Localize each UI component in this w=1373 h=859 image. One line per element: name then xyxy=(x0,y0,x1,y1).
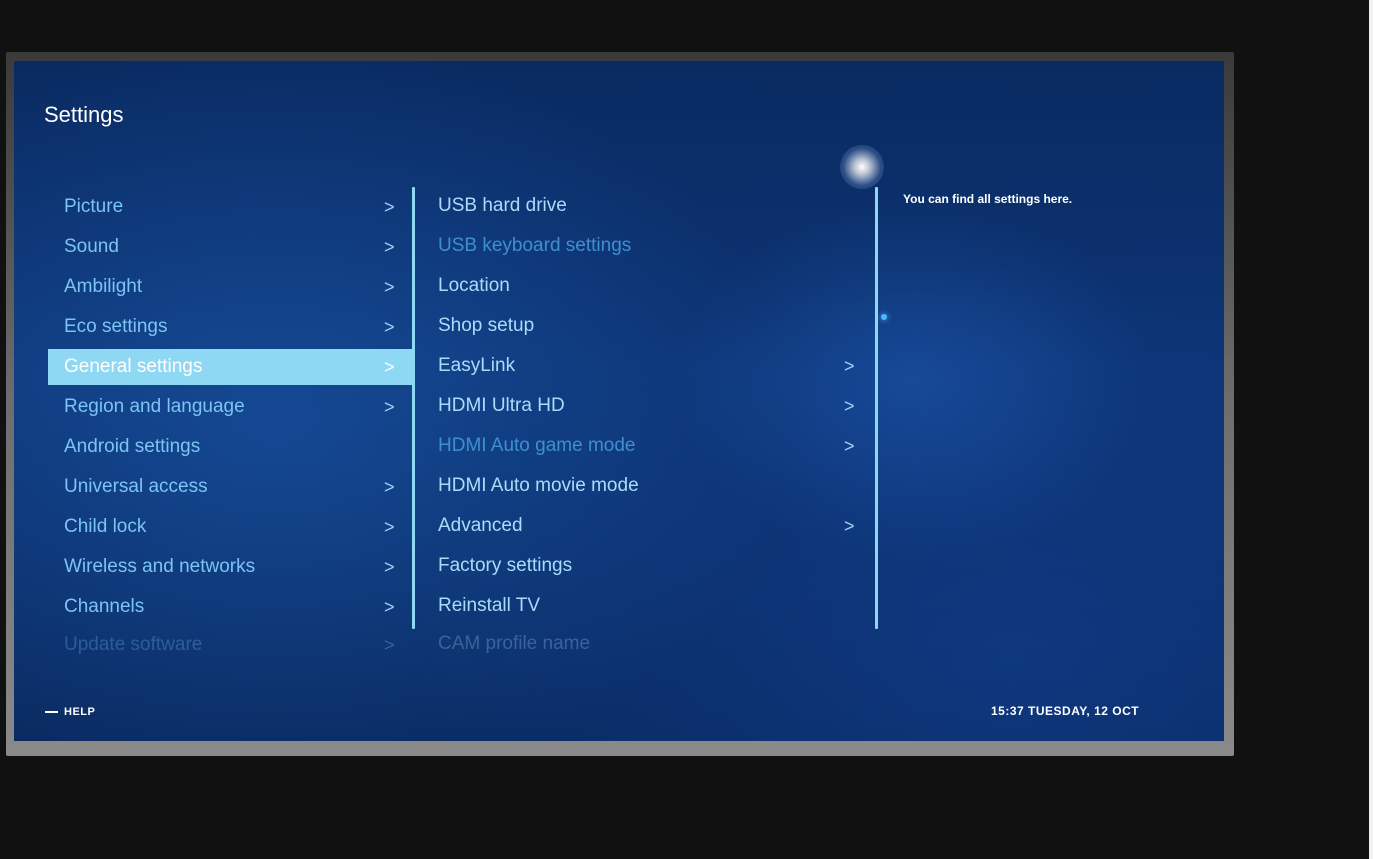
submenu-item-location[interactable]: Location xyxy=(424,268,860,304)
submenu-item-label: Shop setup xyxy=(438,315,535,336)
menu-item-general-settings[interactable]: General settings > xyxy=(48,349,414,385)
chevron-right-icon: > xyxy=(844,436,855,456)
menu-item-wireless-and-networks[interactable]: Wireless and networks > xyxy=(48,549,414,585)
tv-screen: Settings Picture > Sound > Ambilight > E… xyxy=(14,61,1224,741)
menu-item-label: Child lock xyxy=(64,516,147,537)
settings-description: You can find all settings here. xyxy=(903,192,1073,206)
submenu-item-label: HDMI Auto movie mode xyxy=(438,475,639,496)
menu-item-picture[interactable]: Picture > xyxy=(48,189,414,225)
submenu-item-reinstall-tv[interactable]: Reinstall TV xyxy=(424,588,860,624)
menu-item-label: Picture xyxy=(64,196,124,217)
chevron-right-icon: > xyxy=(384,477,395,497)
menu-item-label: Ambilight xyxy=(64,276,143,297)
submenu-item-label: HDMI Ultra HD xyxy=(438,395,565,416)
main-menu-scrollbar[interactable] xyxy=(412,187,415,629)
chevron-right-icon: > xyxy=(384,317,395,337)
menu-item-label: Eco settings xyxy=(64,316,168,337)
help-label: HELP xyxy=(64,706,96,718)
submenu-item-hdmi-auto-game-mode[interactable]: HDMI Auto game mode > xyxy=(424,428,860,464)
submenu-item-label: Reinstall TV xyxy=(438,595,541,616)
chevron-right-icon: > xyxy=(384,635,395,655)
menu-item-universal-access[interactable]: Universal access > xyxy=(48,469,414,505)
submenu-item-label: USB keyboard settings xyxy=(438,235,632,256)
menu-item-label: Update software xyxy=(64,634,203,655)
help-hint[interactable]: HELP xyxy=(45,706,95,718)
submenu-item-label: EasyLink xyxy=(438,355,516,376)
submenu-item-label: Factory settings xyxy=(438,555,573,576)
menu-item-update-software[interactable]: Update software > xyxy=(48,627,414,663)
submenu-item-advanced[interactable]: Advanced > xyxy=(424,508,860,544)
submenu-item-label: HDMI Auto game mode xyxy=(438,435,636,456)
right-edge-strip xyxy=(1369,0,1373,859)
menu-item-sound[interactable]: Sound > xyxy=(48,229,414,265)
submenu-item-hdmi-ultra-hd[interactable]: HDMI Ultra HD > xyxy=(424,388,860,424)
menu-item-eco-settings[interactable]: Eco settings > xyxy=(48,309,414,345)
chevron-right-icon: > xyxy=(844,396,855,416)
chevron-right-icon: > xyxy=(844,516,855,536)
light-glare xyxy=(840,145,884,189)
chevron-right-icon: > xyxy=(384,357,395,377)
menu-item-ambilight[interactable]: Ambilight > xyxy=(48,269,414,305)
submenu-item-cam-profile-name[interactable]: CAM profile name xyxy=(424,626,860,662)
chevron-right-icon: > xyxy=(384,237,395,257)
menu-item-label: Sound xyxy=(64,236,119,257)
page-title: Settings xyxy=(44,102,124,127)
menu-item-region-and-language[interactable]: Region and language > xyxy=(48,389,414,425)
submenu-item-factory-settings[interactable]: Factory settings xyxy=(424,548,860,584)
chevron-right-icon: > xyxy=(384,197,395,217)
submenu-item-shop-setup[interactable]: Shop setup xyxy=(424,308,860,344)
menu-item-label: Region and language xyxy=(64,396,245,417)
submenu-item-usb-keyboard-settings[interactable]: USB keyboard settings xyxy=(424,228,860,264)
submenu-item-label: Location xyxy=(438,275,510,296)
chevron-right-icon: > xyxy=(384,597,395,617)
menu-item-label: General settings xyxy=(64,356,203,377)
menu-item-child-lock[interactable]: Child lock > xyxy=(48,509,414,545)
submenu-item-label: USB hard drive xyxy=(438,195,567,216)
menu-item-android-settings[interactable]: Android settings xyxy=(48,429,414,465)
chevron-right-icon: > xyxy=(384,517,395,537)
chevron-right-icon: > xyxy=(384,277,395,297)
minus-icon xyxy=(45,711,58,714)
menu-item-label: Channels xyxy=(64,596,145,617)
submenu-scrollbar[interactable] xyxy=(875,187,878,629)
light-glint xyxy=(881,314,887,320)
submenu-item-label: Advanced xyxy=(438,515,523,536)
chevron-right-icon: > xyxy=(844,356,855,376)
menu-item-label: Wireless and networks xyxy=(64,556,256,577)
submenu-item-label: CAM profile name xyxy=(438,633,591,654)
clock: 15:37 TUESDAY, 12 OCT xyxy=(991,704,1140,718)
menu-item-label: Android settings xyxy=(64,436,201,457)
menu-item-label: Universal access xyxy=(64,476,208,497)
menu-item-channels[interactable]: Channels > xyxy=(48,589,414,625)
submenu-item-hdmi-auto-movie-mode[interactable]: HDMI Auto movie mode xyxy=(424,468,860,504)
submenu-item-easylink[interactable]: EasyLink > xyxy=(424,348,860,384)
chevron-right-icon: > xyxy=(384,557,395,577)
submenu-item-usb-hard-drive[interactable]: USB hard drive xyxy=(424,188,860,224)
chevron-right-icon: > xyxy=(384,397,395,417)
